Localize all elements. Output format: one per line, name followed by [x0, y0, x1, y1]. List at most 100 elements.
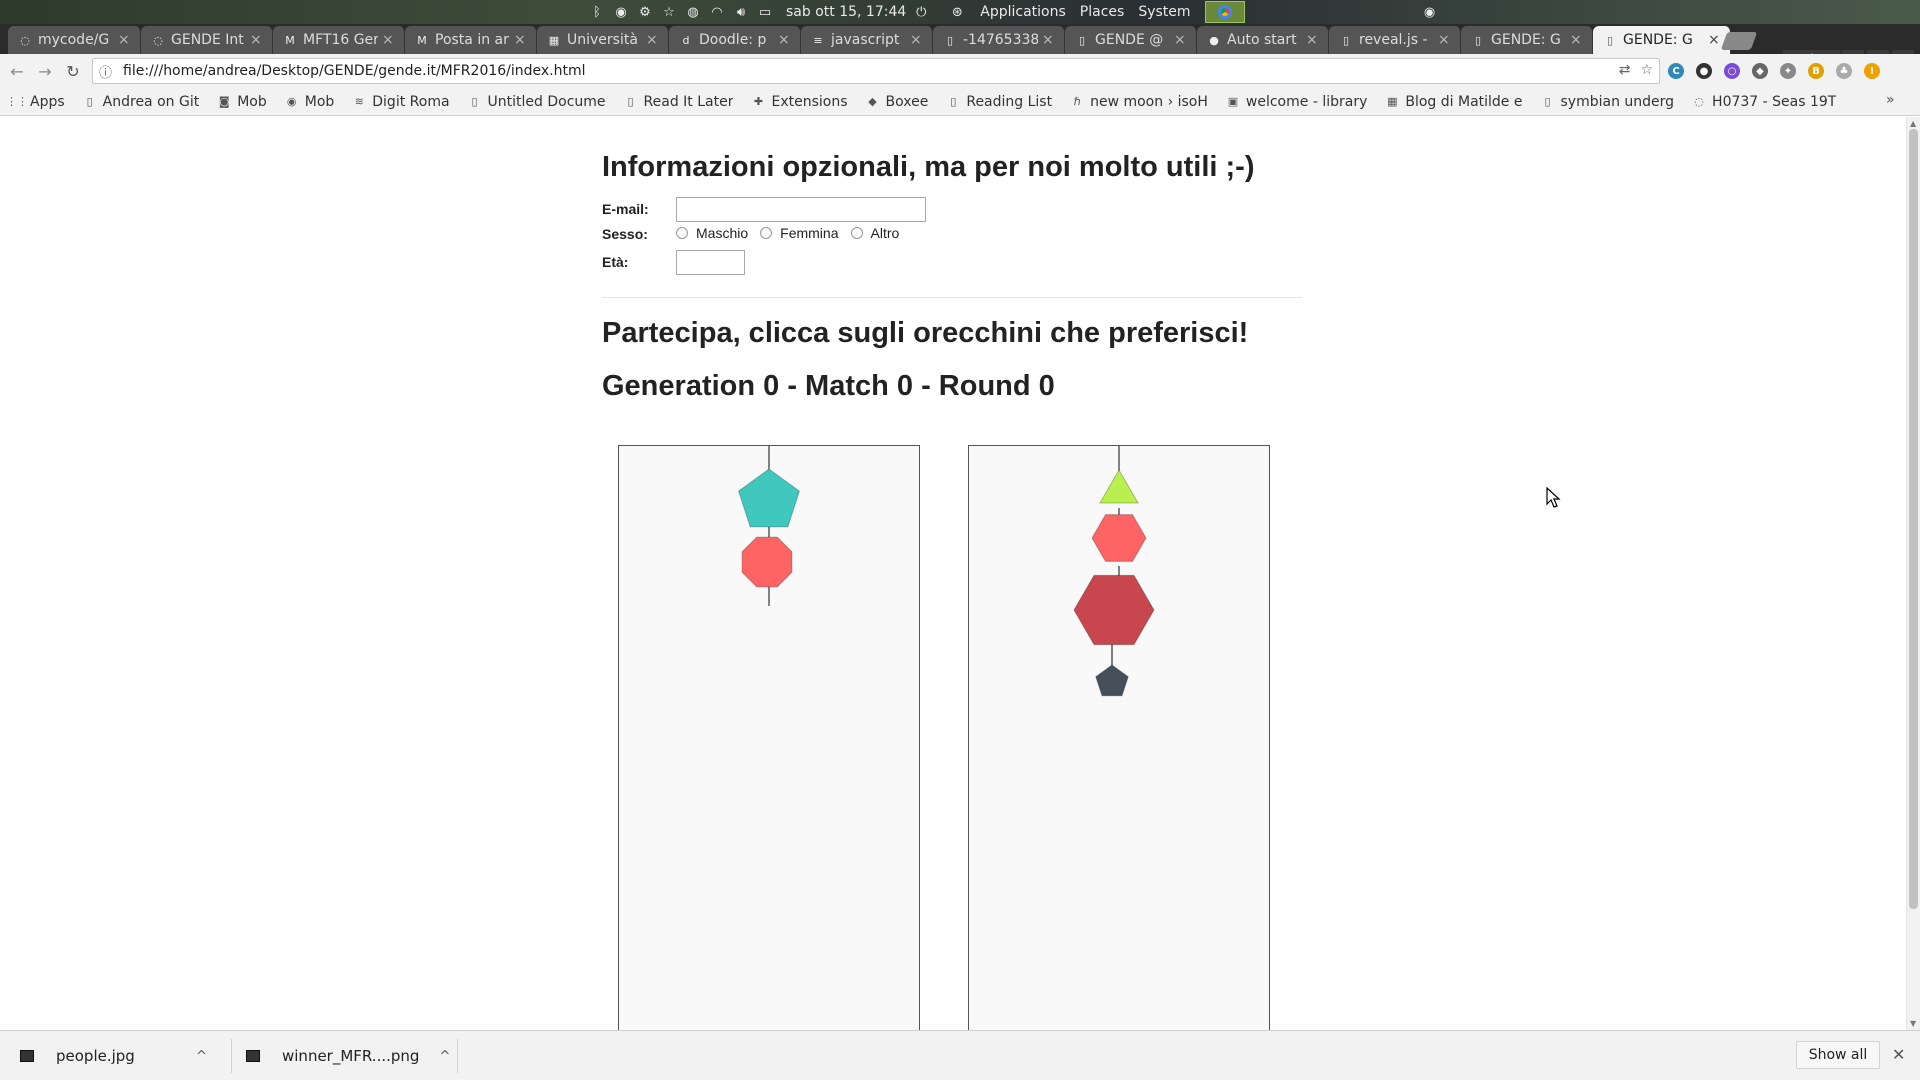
translate-icon[interactable]: ⇄	[1619, 62, 1631, 78]
tab-8[interactable]: ▯ -14765338 ×	[933, 26, 1065, 54]
tab-close-icon[interactable]: ×	[1042, 32, 1056, 48]
bookmark-item[interactable]: ◆ Boxee	[866, 94, 928, 110]
tab-6[interactable]: d Doodle: p ×	[669, 26, 801, 54]
chrome-notification-icon[interactable]: ◉	[1421, 3, 1439, 21]
download-item[interactable]: winner_MFR....png ^	[246, 1039, 458, 1073]
bookmark-item[interactable]: ▦ Blog di Matilde e	[1385, 94, 1522, 110]
bookmark-item[interactable]: ▯ Read It Later	[624, 94, 734, 110]
earring-option-right[interactable]	[968, 445, 1270, 1030]
bookmark-item[interactable]: ◙ Mob	[217, 94, 267, 110]
download-filename[interactable]: winner_MFR....png	[282, 1047, 419, 1065]
bookmark-item[interactable]: ℏ new moon › isoH	[1070, 94, 1208, 110]
scroll-up-icon[interactable]: ▲	[1910, 119, 1916, 128]
sex-option-label[interactable]: Altro	[871, 225, 900, 241]
sex-option-label[interactable]: Maschio	[696, 225, 748, 241]
tab-close-icon[interactable]: ×	[1708, 32, 1722, 48]
menu-places[interactable]: Places	[1080, 4, 1125, 20]
extension-c-icon[interactable]: C	[1668, 63, 1684, 79]
bookmark-item[interactable]: ⋮⋮Apps	[10, 94, 65, 110]
menu-applications[interactable]: Applications	[980, 4, 1066, 20]
email-label: E-mail:	[602, 201, 649, 217]
ubuntu-logo-icon[interactable]: ⊛	[948, 3, 966, 21]
age-input[interactable]	[676, 250, 745, 275]
email-input[interactable]	[676, 197, 926, 222]
taskbar-chrome-button[interactable]	[1204, 1, 1245, 23]
tab-10[interactable]: ● Auto start ×	[1197, 26, 1329, 54]
chrome-tray-icon[interactable]: ◉	[612, 3, 630, 21]
extension-lock-icon[interactable]: ●	[1696, 63, 1712, 79]
address-bar[interactable]: ⓘ file:///home/andrea/Desktop/GENDE/gend…	[92, 58, 1660, 84]
clock[interactable]: sab ott 15, 17:44	[786, 4, 906, 20]
download-item[interactable]: people.jpg ^	[20, 1039, 232, 1073]
tab-12[interactable]: ▯ GENDE: G ×	[1461, 26, 1593, 54]
tab-11[interactable]: ▯ reveal.js - ×	[1329, 26, 1461, 54]
tab-close-icon[interactable]: ×	[1306, 32, 1320, 48]
sex-radio-altro[interactable]	[850, 227, 863, 239]
bookmark-item[interactable]: ▯ symbian underg	[1541, 94, 1674, 110]
bookmark-item[interactable]: ▯ Untitled Docume	[468, 94, 606, 110]
chevron-up-icon[interactable]: ^	[439, 1049, 450, 1064]
scrollbar-thumb[interactable]	[1909, 129, 1918, 909]
extension-rabbit-icon[interactable]: ♣	[1836, 63, 1852, 79]
bookmark-item[interactable]: ≋ Digit Roma	[352, 94, 450, 110]
tab-close-icon[interactable]: ×	[910, 32, 924, 48]
tray-app-icon[interactable]: ⚙	[636, 3, 654, 21]
tab-close-icon[interactable]: ×	[382, 32, 396, 48]
chevron-up-icon[interactable]: ^	[196, 1049, 207, 1064]
tab-close-icon[interactable]: ×	[514, 32, 528, 48]
tab-close-icon[interactable]: ×	[1438, 32, 1452, 48]
bookmark-star-icon[interactable]: ☆	[1640, 62, 1653, 78]
power-icon[interactable]: ⏻	[912, 3, 930, 21]
tab-close-icon[interactable]: ×	[1570, 32, 1584, 48]
bookmark-item[interactable]: ◉ Mob	[285, 94, 334, 110]
address-url[interactable]: file:///home/andrea/Desktop/GENDE/gende.…	[123, 63, 586, 79]
tab-13[interactable]: ▯ GENDE: G ×	[1593, 26, 1731, 54]
sex-option-label[interactable]: Femmina	[780, 225, 838, 241]
bookmark-item[interactable]: ▯ Reading List	[946, 94, 1052, 110]
tab-3[interactable]: M MFT16 Ger ×	[273, 26, 405, 54]
show-all-button[interactable]: Show all	[1796, 1041, 1880, 1069]
extension-circle-icon[interactable]: ○	[1724, 63, 1740, 79]
earring-option-left[interactable]	[618, 445, 920, 1030]
bluetooth-icon[interactable]: ᛒ	[588, 3, 606, 21]
forward-icon[interactable]: →	[34, 60, 56, 82]
tab-close-icon[interactable]: ×	[778, 32, 792, 48]
star-tray-icon[interactable]: ☆	[660, 3, 678, 21]
new-tab-button[interactable]	[1720, 32, 1758, 50]
close-icon[interactable]: ✕	[1892, 1045, 1905, 1064]
page-scrollbar[interactable]: ▲ ▼	[1906, 117, 1920, 1030]
bookmark-item[interactable]: ▯ Andrea on Git	[83, 94, 200, 110]
tab-5[interactable]: ▦ Università ×	[537, 26, 669, 54]
info-icon[interactable]: ⓘ	[99, 62, 119, 81]
reload-icon[interactable]: ↻	[62, 60, 84, 82]
network-tray-icon[interactable]: ◍	[684, 3, 702, 21]
download-filename[interactable]: people.jpg	[56, 1047, 176, 1065]
wifi-icon[interactable]: ◠	[708, 3, 726, 21]
tab-2[interactable]: ◌ GENDE Int ×	[141, 26, 273, 54]
sex-radio-maschio[interactable]	[676, 227, 688, 239]
extension-b-icon[interactable]: B	[1808, 63, 1824, 79]
tab-close-icon[interactable]: ×	[1174, 32, 1188, 48]
tab-close-icon[interactable]: ×	[646, 32, 660, 48]
sex-radio-femmina[interactable]	[760, 227, 773, 239]
bookmark-item[interactable]: ▣ welcome - library	[1226, 94, 1368, 110]
scroll-down-icon[interactable]: ▼	[1910, 1019, 1916, 1028]
tab-1[interactable]: ◌ mycode/G ×	[8, 26, 141, 54]
tab-close-icon[interactable]: ×	[250, 32, 264, 48]
battery-icon[interactable]: ▭	[756, 3, 774, 21]
seas-icon: ◌	[1694, 95, 1704, 108]
tab-title: GENDE @	[1095, 32, 1164, 48]
extension-puzzle-icon[interactable]: ✦	[1780, 63, 1796, 79]
bookmarks-overflow-icon[interactable]: »	[1886, 92, 1898, 108]
bookmark-item[interactable]: ◌ H0737 - Seas 19T	[1692, 94, 1836, 110]
menu-system[interactable]: System	[1138, 4, 1190, 20]
tab-7[interactable]: ≡ javascript ×	[801, 26, 933, 54]
back-icon[interactable]: ←	[6, 60, 28, 82]
volume-icon[interactable]: 🔊︎	[732, 3, 750, 21]
tab-4[interactable]: M Posta in ar ×	[405, 26, 537, 54]
extension-ghost-icon[interactable]: ◆	[1752, 63, 1768, 79]
extension-alert-icon[interactable]: !	[1864, 63, 1880, 79]
tab-close-icon[interactable]: ×	[118, 32, 132, 48]
bookmark-item[interactable]: ✚ Extensions	[751, 94, 848, 110]
tab-9[interactable]: ▯ GENDE @ ×	[1065, 26, 1197, 54]
